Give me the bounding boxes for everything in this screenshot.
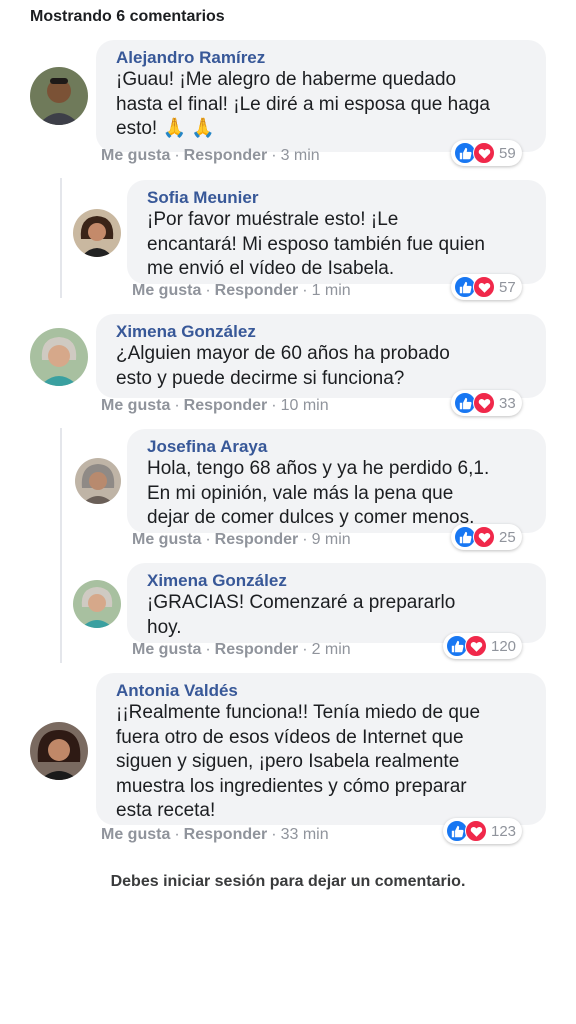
comment-time[interactable]: 9 min xyxy=(312,531,351,548)
reaction-count: 33 xyxy=(499,394,516,412)
comment-text-line: ¡Por favor muéstrale esto! ¡Le xyxy=(147,209,399,230)
comment-text-line: fuera otro de esos vídeos de Internet qu… xyxy=(116,726,464,748)
reactions-summary[interactable]: 57 xyxy=(451,274,522,300)
comment-text-line: Hola, tengo 68 años y ya he perdido 6,1. xyxy=(147,458,490,479)
avatar[interactable] xyxy=(73,580,121,628)
comment-actions: Me gusta · Responder · 33 min xyxy=(101,826,329,844)
comment-time[interactable]: 33 min xyxy=(281,826,329,843)
comment-text-line: En mi opinión, vale más la pena que xyxy=(147,482,454,504)
reaction-count: 57 xyxy=(499,278,516,296)
separator: · xyxy=(271,397,277,414)
love-reaction-icon xyxy=(465,635,487,657)
reply-link[interactable]: Responder xyxy=(215,641,299,658)
like-link[interactable]: Me gusta xyxy=(101,147,170,164)
comment-time[interactable]: 10 min xyxy=(281,397,329,414)
comment-text-line: ¡¡Realmente funciona!! Tenía miedo de qu… xyxy=(116,702,481,723)
reactions-summary[interactable]: 33 xyxy=(451,390,522,416)
comment-text-line: ¿Alguien mayor de 60 años ha probado xyxy=(116,343,450,364)
love-reaction-icon xyxy=(473,526,495,548)
separator: · xyxy=(174,826,180,843)
comment-text-line: encantará! Mi esposo también fue quien xyxy=(147,233,485,255)
comment-author[interactable]: Antonia Valdés xyxy=(116,681,530,701)
comment-text-line: esto! 🙏 🙏 xyxy=(116,118,216,139)
reply-link[interactable]: Responder xyxy=(215,531,299,548)
comment-actions: Me gusta · Responder · 2 min xyxy=(132,641,351,659)
comment-author[interactable]: Ximena González xyxy=(116,322,530,342)
comment-actions: Me gusta · Responder · 3 min xyxy=(101,147,320,165)
comment-bubble: Ximena González ¿Alguien mayor de 60 año… xyxy=(96,314,546,398)
avatar[interactable] xyxy=(73,209,121,257)
comment-bubble: Antonia Valdés ¡¡Realmente funciona!! Te… xyxy=(96,673,546,825)
thread-line xyxy=(60,178,62,298)
reply-link[interactable]: Responder xyxy=(215,282,299,299)
comment-bubble: Sofia Meunier ¡Por favor muéstrale esto!… xyxy=(127,180,546,284)
reaction-count: 120 xyxy=(491,637,517,655)
separator: · xyxy=(302,282,308,299)
reply-link[interactable]: Responder xyxy=(184,826,268,843)
separator: · xyxy=(271,147,277,164)
separator: · xyxy=(302,531,308,548)
reactions-summary[interactable]: 25 xyxy=(451,524,522,550)
avatar[interactable] xyxy=(30,722,88,780)
reaction-count: 25 xyxy=(499,528,516,546)
avatar[interactable] xyxy=(75,458,121,504)
love-reaction-icon xyxy=(473,142,495,164)
like-link[interactable]: Me gusta xyxy=(132,641,201,658)
comment-bubble: Alejandro Ramírez ¡Guau! ¡Me alegro de h… xyxy=(96,40,546,152)
comment-text-line: muestra los ingredientes y cómo preparar xyxy=(116,775,467,797)
separator: · xyxy=(174,147,180,164)
love-reaction-icon xyxy=(473,392,495,414)
comment-text-line: hasta el final! ¡Le diré a mi esposa que… xyxy=(116,93,490,115)
comment-bubble: Josefina Araya Hola, tengo 68 años y ya … xyxy=(127,429,546,533)
separator: · xyxy=(205,531,211,548)
reactions-summary[interactable]: 123 xyxy=(443,818,523,844)
separator: · xyxy=(302,641,308,658)
comment-text-line: siguen y siguen, ¡pero Isabela realmente xyxy=(116,751,460,772)
comment-author[interactable]: Alejandro Ramírez xyxy=(116,48,530,68)
reaction-count: 123 xyxy=(491,822,517,840)
comments-count-header: Mostrando 6 comentarios xyxy=(30,8,225,25)
love-reaction-icon xyxy=(465,820,487,842)
comment-time[interactable]: 3 min xyxy=(281,147,320,164)
comment-actions: Me gusta · Responder · 1 min xyxy=(132,282,351,300)
comment-author[interactable]: Sofia Meunier xyxy=(147,188,530,208)
login-prompt[interactable]: Debes iniciar sesión para dejar un comen… xyxy=(0,873,576,891)
comment-author[interactable]: Josefina Araya xyxy=(147,437,530,457)
thread-line xyxy=(60,428,62,663)
like-link[interactable]: Me gusta xyxy=(132,531,201,548)
separator: · xyxy=(205,641,211,658)
reply-link[interactable]: Responder xyxy=(184,397,268,414)
love-reaction-icon xyxy=(473,276,495,298)
avatar[interactable] xyxy=(30,328,88,386)
comment-bubble: Ximena González ¡GRACIAS! Comenzaré a pr… xyxy=(127,563,546,643)
comment-actions: Me gusta · Responder · 9 min xyxy=(132,531,351,549)
separator: · xyxy=(174,397,180,414)
comment-text-line: ¡GRACIAS! Comenzaré a prepararlo xyxy=(147,592,456,613)
reply-link[interactable]: Responder xyxy=(184,147,268,164)
separator: · xyxy=(271,826,277,843)
comment-author[interactable]: Ximena González xyxy=(147,571,530,591)
separator: · xyxy=(205,282,211,299)
avatar[interactable] xyxy=(30,67,88,125)
like-link[interactable]: Me gusta xyxy=(101,826,170,843)
comment-time[interactable]: 1 min xyxy=(312,282,351,299)
reactions-summary[interactable]: 120 xyxy=(443,633,523,659)
comment-text-line: ¡Guau! ¡Me alegro de haberme quedado xyxy=(116,69,457,90)
comment-time[interactable]: 2 min xyxy=(312,641,351,658)
like-link[interactable]: Me gusta xyxy=(101,397,170,414)
comment-text-line: esto y puede decirme si funciona? xyxy=(116,367,405,389)
reactions-summary[interactable]: 59 xyxy=(451,140,522,166)
reaction-count: 59 xyxy=(499,144,516,162)
like-link[interactable]: Me gusta xyxy=(132,282,201,299)
comment-actions: Me gusta · Responder · 10 min xyxy=(101,397,329,415)
